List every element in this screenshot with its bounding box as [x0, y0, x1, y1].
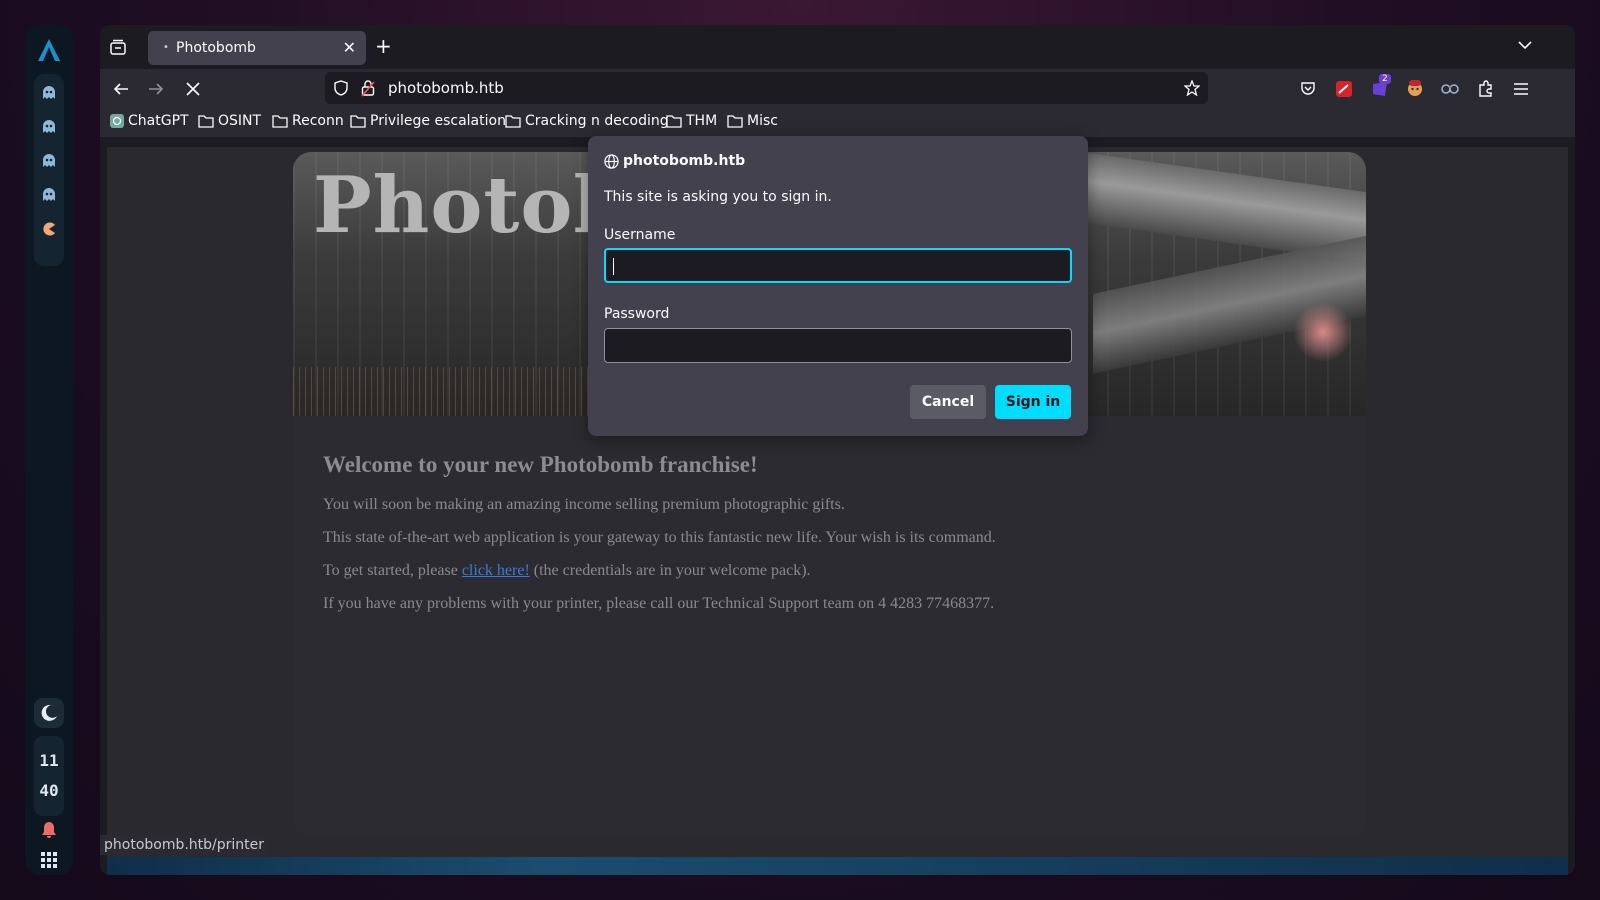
extensions-puzzle-icon[interactable] — [1477, 80, 1495, 98]
chatgpt-icon — [110, 114, 124, 128]
pocket-icon[interactable] — [1300, 81, 1316, 97]
workspace-5-pacman-icon[interactable] — [42, 222, 56, 236]
new-tab-plus-icon[interactable]: + — [375, 34, 392, 58]
tab-list-icon[interactable] — [110, 39, 126, 55]
bookmark-label: Misc — [747, 113, 778, 129]
globe-icon — [604, 153, 619, 169]
hamburger-menu-icon[interactable] — [1513, 82, 1529, 96]
cancel-button[interactable]: Cancel — [910, 385, 986, 419]
bookmark-star-icon[interactable] — [1184, 80, 1200, 96]
extension-badge: 2 — [1379, 74, 1391, 84]
url-text[interactable]: photobomb.htb — [388, 79, 504, 97]
stop-loading-x-icon[interactable] — [186, 82, 200, 96]
workspace-3-ghost-icon[interactable] — [42, 154, 56, 168]
dialog-host-text: photobomb.htb — [623, 153, 746, 169]
insecure-lock-icon[interactable] — [361, 79, 375, 97]
credentials-note: (the credentials are in your welcome pac… — [533, 562, 811, 579]
username-field[interactable] — [604, 248, 1072, 283]
bookmark-label: Reconn — [292, 113, 344, 129]
printer-highlight-graphic — [1293, 302, 1353, 362]
night-mode-toggle[interactable] — [34, 698, 64, 728]
clock: 11 40 — [34, 736, 64, 816]
moon-icon — [41, 704, 57, 721]
paragraph-income: You will soon be making an amazing incom… — [323, 496, 845, 513]
nav-bar: photobomb.htb 2 — [100, 69, 1575, 109]
workspace-2-ghost-icon[interactable] — [42, 120, 56, 134]
shield-icon[interactable] — [334, 80, 348, 96]
bookmarks-toolbar: ChatGPT OSINT Reconn Privilege escalatio… — [100, 109, 1575, 137]
extension-badge-button[interactable]: 2 — [1371, 74, 1393, 99]
password-field[interactable] — [604, 328, 1072, 363]
text-caret — [613, 258, 614, 275]
close-tab-icon[interactable]: ✕ — [343, 38, 356, 57]
bookmark-folder-thm[interactable]: THM — [666, 113, 717, 129]
folder-icon — [505, 115, 521, 128]
bookmark-label: OSINT — [218, 113, 262, 129]
dock: 11 40 — [25, 25, 73, 875]
tab-bar: • Photobomb ✕ + — [100, 25, 1575, 69]
folder-icon — [666, 115, 682, 128]
folder-icon — [727, 115, 743, 128]
url-bar[interactable]: photobomb.htb — [325, 72, 1208, 104]
get-started-text: To get started, please — [323, 562, 458, 579]
extension-glasses-icon[interactable] — [1441, 81, 1459, 95]
paragraph-gateway: This state of-the-art web application is… — [323, 529, 996, 546]
workspace-1-ghost-icon[interactable] — [42, 86, 56, 100]
tab-photobomb[interactable]: • Photobomb ✕ — [148, 31, 366, 65]
username-label: Username — [604, 227, 676, 243]
workspace-4-ghost-icon[interactable] — [42, 188, 56, 202]
folder-icon — [350, 115, 366, 128]
sign-in-button[interactable]: Sign in — [995, 385, 1071, 419]
bookmark-folder-privilege-escalation[interactable]: Privilege escalation — [350, 113, 506, 129]
clock-minute: 40 — [39, 781, 59, 800]
welcome-heading: Welcome to your new Photobomb franchise! — [323, 452, 758, 477]
password-label: Password — [604, 306, 670, 322]
forward-arrow-icon[interactable] — [148, 81, 164, 97]
folder-icon — [272, 115, 288, 128]
paragraph-get-started: To get started, please click here! (the … — [323, 562, 996, 580]
bookmark-folder-misc[interactable]: Misc — [727, 113, 778, 129]
bookmark-folder-reconn[interactable]: Reconn — [272, 113, 344, 129]
click-here-link[interactable]: click here! — [462, 562, 530, 579]
bookmark-folder-cracking[interactable]: Cracking n decoding — [505, 113, 669, 129]
paragraph-support: If you have any problems with your print… — [323, 595, 995, 612]
back-arrow-icon[interactable] — [113, 81, 129, 97]
dialog-host: photobomb.htb — [604, 153, 745, 169]
bookmark-label: Privilege escalation — [370, 113, 506, 129]
bookmark-label: ChatGPT — [128, 113, 189, 129]
extension-face-icon[interactable] — [1406, 79, 1424, 97]
bookmark-label: THM — [686, 113, 718, 129]
workspace-switcher — [34, 74, 64, 266]
bookmark-folder-osint[interactable]: OSINT — [198, 113, 261, 129]
status-bar-url: photobomb.htb/printer — [100, 835, 269, 855]
auth-dialog: photobomb.htb This site is asking you to… — [588, 136, 1088, 436]
chevron-down-icon[interactable] — [1518, 40, 1532, 50]
arch-logo-icon[interactable] — [37, 38, 61, 62]
app-grid-icon[interactable] — [41, 852, 57, 868]
tab-title: Photobomb — [176, 40, 256, 56]
folder-icon — [198, 115, 214, 128]
dialog-message: This site is asking you to sign in. — [604, 189, 832, 205]
extension-red-icon[interactable] — [1335, 80, 1353, 98]
welcome-text: Welcome to your new Photobomb franchise!… — [323, 452, 996, 628]
bell-icon[interactable] — [41, 821, 57, 839]
clock-hour: 11 — [39, 751, 59, 770]
bookmark-chatgpt[interactable]: ChatGPT — [110, 113, 189, 129]
bookmark-label: Cracking n decoding — [525, 113, 669, 129]
printer-fringe-graphic — [293, 367, 613, 416]
tab-loading-dot: • — [163, 42, 169, 53]
